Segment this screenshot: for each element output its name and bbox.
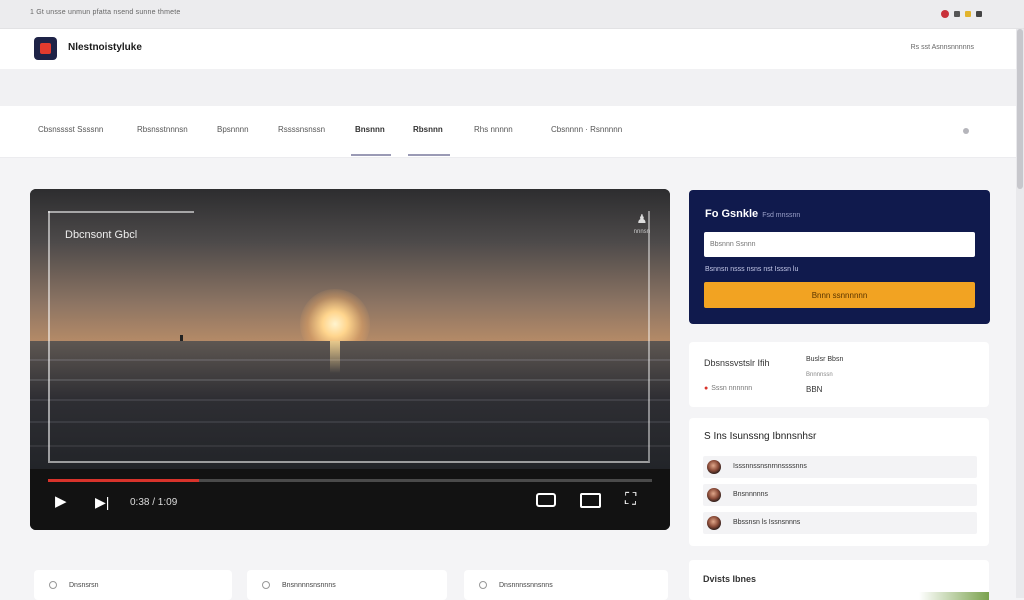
captions-icon[interactable] xyxy=(536,493,556,511)
site-header: Nlestnoistyluke Rs sst Asnnsnnnnns xyxy=(0,29,1024,69)
signup-hint: Bsnnsn nsss nsns nst Isssn lu xyxy=(705,266,799,273)
tab-7[interactable]: Rhs nnnnn xyxy=(474,125,513,134)
tab-8[interactable]: Cbsnnnn · Rsnnnnn xyxy=(551,125,622,134)
related-item-label: Bnsnnnnns xyxy=(733,491,769,498)
player-controls: ▶ ▶| 0:38 / 1:09 ⛶ xyxy=(30,469,670,530)
stats-right-sub: Bnnnnssn xyxy=(806,372,833,378)
menu-icon[interactable] xyxy=(976,11,982,17)
related-item[interactable]: Isssnnssnsnrnnssssnns xyxy=(703,456,977,478)
tab-6[interactable]: Rbsnnn xyxy=(413,125,443,134)
stats-right-label: Buslsr Bbsn xyxy=(806,356,844,363)
brand-name[interactable]: Nlestnoistyluke xyxy=(68,42,142,53)
info-card-label: Bnsnnnnsnsnnns xyxy=(282,582,336,589)
info-card-label: Dnsnsrsn xyxy=(69,582,99,589)
tab-3[interactable]: Bpsnnnn xyxy=(217,125,249,134)
tab-5[interactable]: Bnsnnn xyxy=(355,125,385,134)
channel-logo-icon[interactable]: ♟ nnnsn xyxy=(634,212,650,235)
signup-card: Fo GsnkleFsd mnssnn Bsnnsn nsss nsns nst… xyxy=(689,190,990,324)
header-account-link[interactable]: Rs sst Asnnsnnnnns xyxy=(911,44,974,51)
browser-top-strip: 1 Gt unsse unmun pfatta nsend sunne thme… xyxy=(0,0,1024,29)
stats-right-value: BBN xyxy=(806,385,823,394)
play-icon[interactable]: ▶ xyxy=(55,494,67,510)
info-card[interactable]: Dnsnnnssnnsnns xyxy=(464,570,668,600)
video-title: Dbcnsont Gbcl xyxy=(65,229,138,241)
header-spacer xyxy=(0,69,1024,106)
signup-button[interactable]: Bnnn ssnnnnnn xyxy=(704,282,975,308)
signup-title: Fo Gsnkle Fsd mnssnn xyxy=(705,208,801,220)
progress-fill xyxy=(48,479,199,482)
category-nav: Cbsnsssst Ssssnn Rbsnsstnnnsn Bpsnnnn Rs… xyxy=(0,106,1024,158)
info-icon xyxy=(479,581,487,589)
credits-card: Dvists Ibnes xyxy=(689,560,989,600)
info-icon xyxy=(49,581,57,589)
window-controls xyxy=(941,10,982,18)
page-scrollbar[interactable] xyxy=(1016,29,1024,598)
related-card: S Ins Isunssng Ibnnsnhsr Isssnnssnsnrnns… xyxy=(689,418,989,546)
brand-logo-icon[interactable] xyxy=(34,37,57,60)
info-card[interactable]: Dnsnsrsn xyxy=(34,570,232,600)
tab-5-underline xyxy=(351,154,391,156)
fullscreen-icon[interactable]: ⛶ xyxy=(625,492,636,508)
avatar xyxy=(707,460,721,474)
record-icon[interactable] xyxy=(941,10,949,18)
email-input[interactable] xyxy=(704,232,975,257)
decorative-leaf xyxy=(919,592,989,600)
time-readout: 0:38 / 1:09 xyxy=(130,497,178,508)
info-card-label: Dnsnnnssnnsnns xyxy=(499,582,553,589)
related-title: S Ins Isunssng Ibnnsnhsr xyxy=(704,431,817,442)
next-icon[interactable]: ▶| xyxy=(95,494,109,510)
avatar xyxy=(707,488,721,502)
stats-card: Dbsnssvstslr Ifih ● Sssn nnnnnn Buslsr Bb… xyxy=(689,342,989,407)
channel-logo-text: nnnsn xyxy=(633,229,650,235)
related-item[interactable]: Bnsnnnnns xyxy=(703,484,977,506)
avatar xyxy=(707,516,721,530)
tab-6-underline xyxy=(408,154,450,156)
tab-1[interactable]: Cbsnsssst Ssssnn xyxy=(38,125,103,134)
video-player[interactable]: Dbcnsont Gbcl ♟ nnnsn ▶ ▶| 0:38 / 1:09 ⛶ xyxy=(30,189,670,530)
info-card[interactable]: Bnsnnnnsnsnnns xyxy=(247,570,447,600)
top-strip-text: 1 Gt unsse unmun pfatta nsend sunne thme… xyxy=(30,9,181,16)
related-item[interactable]: Bbssnsn ls Issnsnnns xyxy=(703,512,977,534)
related-item-label: Isssnnssnsnrnnssssnns xyxy=(733,463,807,470)
tab-2[interactable]: Rbsnsstnnnsn xyxy=(137,125,188,134)
tab-4[interactable]: Rssssnsnssn xyxy=(278,125,325,134)
video-frame-overlay xyxy=(48,211,650,463)
related-item-label: Bbssnsn ls Issnsnnns xyxy=(733,519,801,526)
progress-bar[interactable] xyxy=(48,479,652,482)
stats-left-label: Dbsnssvstslr Ifih xyxy=(704,358,770,368)
nav-more-icon[interactable] xyxy=(963,128,969,134)
stats-left-sub: ● Sssn nnnnnn xyxy=(704,385,753,392)
credits-title: Dvists Ibnes xyxy=(703,574,757,584)
info-icon xyxy=(262,581,270,589)
square-icon[interactable] xyxy=(954,11,960,17)
star-icon[interactable] xyxy=(965,11,971,17)
miniplayer-icon[interactable] xyxy=(580,493,601,512)
flame-icon: ● xyxy=(704,385,709,392)
